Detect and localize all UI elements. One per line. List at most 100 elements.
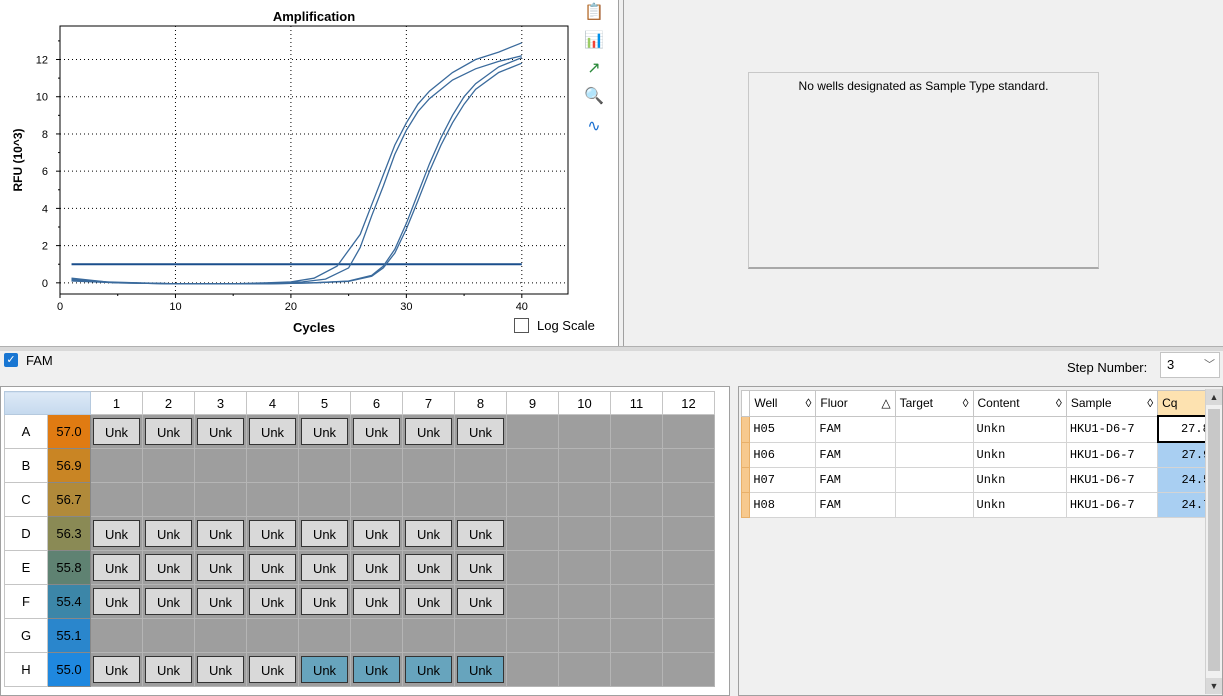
well-H11[interactable] [610, 652, 663, 687]
well-C5[interactable] [298, 482, 351, 517]
cell-fluor[interactable]: FAM [815, 492, 896, 518]
cell-sample[interactable]: HKU1-D6-7 [1065, 415, 1159, 443]
cell-fluor[interactable]: FAM [815, 415, 896, 443]
well-C10[interactable] [558, 482, 611, 517]
sort-icon[interactable]: ◊ [1056, 396, 1062, 410]
well-A5[interactable]: Unk [298, 414, 351, 449]
well-A11[interactable] [610, 414, 663, 449]
row-selector[interactable] [740, 467, 751, 493]
well-H10[interactable] [558, 652, 611, 687]
scroll-down-icon[interactable]: ▼ [1206, 678, 1222, 694]
cell-target[interactable] [894, 441, 974, 468]
well-C9[interactable] [506, 482, 559, 517]
well-E3[interactable]: Unk [194, 550, 247, 585]
well-H4[interactable]: Unk [246, 652, 299, 687]
well-D3[interactable]: Unk [194, 516, 247, 551]
row-header-C[interactable]: C [4, 482, 48, 517]
column-header-sample[interactable]: Sample ◊ [1065, 390, 1159, 417]
row-selector[interactable] [740, 492, 751, 518]
well-G1[interactable] [90, 618, 143, 653]
well-D10[interactable] [558, 516, 611, 551]
well-D8[interactable]: Unk [454, 516, 507, 551]
row-header-D[interactable]: D [4, 516, 48, 551]
well-F8[interactable]: Unk [454, 584, 507, 619]
well-E10[interactable] [558, 550, 611, 585]
well-A3[interactable]: Unk [194, 414, 247, 449]
well-G3[interactable] [194, 618, 247, 653]
well-E1[interactable]: Unk [90, 550, 143, 585]
column-header-1[interactable]: 1 [90, 391, 143, 415]
well-H1[interactable]: Unk [90, 652, 143, 687]
horizontal-splitter[interactable] [0, 346, 1223, 351]
results-scrollbar[interactable]: ▲ ▼ [1205, 389, 1222, 694]
well-A2[interactable]: Unk [142, 414, 195, 449]
cell-well[interactable]: H08 [749, 492, 817, 518]
column-header-10[interactable]: 10 [558, 391, 611, 415]
well-A1[interactable]: Unk [90, 414, 143, 449]
well-G11[interactable] [610, 618, 663, 653]
cell-well[interactable]: H06 [749, 441, 817, 468]
well-C12[interactable] [662, 482, 715, 517]
well-F2[interactable]: Unk [142, 584, 195, 619]
curve-icon[interactable]: ∿ [583, 116, 605, 138]
row-header-G[interactable]: G [4, 618, 48, 653]
well-B3[interactable] [194, 448, 247, 483]
well-B10[interactable] [558, 448, 611, 483]
well-B8[interactable] [454, 448, 507, 483]
well-C11[interactable] [610, 482, 663, 517]
column-header-7[interactable]: 7 [402, 391, 455, 415]
cell-well[interactable]: H07 [749, 467, 817, 493]
well-D4[interactable]: Unk [246, 516, 299, 551]
well-B4[interactable] [246, 448, 299, 483]
column-header-2[interactable]: 2 [142, 391, 195, 415]
well-G4[interactable] [246, 618, 299, 653]
sort-icon[interactable]: ◊ [805, 396, 811, 410]
well-D7[interactable]: Unk [402, 516, 455, 551]
well-C4[interactable] [246, 482, 299, 517]
sort-icon[interactable]: △ [881, 396, 890, 410]
column-header-6[interactable]: 6 [350, 391, 403, 415]
well-E12[interactable] [662, 550, 715, 585]
well-B12[interactable] [662, 448, 715, 483]
column-header-well[interactable]: Well ◊ [749, 390, 817, 417]
cell-well[interactable]: H05 [749, 415, 817, 443]
well-E9[interactable] [506, 550, 559, 585]
table-row[interactable]: H05 FAM Unkn HKU1-D6-7 27.85 [740, 415, 1223, 443]
table-row[interactable]: H08 FAM Unkn HKU1-D6-7 24.77 [740, 492, 1222, 518]
cell-target[interactable] [894, 467, 974, 493]
row-header-H[interactable]: H [4, 652, 48, 687]
row-selector[interactable] [740, 415, 751, 443]
well-D1[interactable]: Unk [90, 516, 143, 551]
cell-fluor[interactable]: FAM [815, 467, 896, 493]
table-row[interactable]: H06 FAM Unkn HKU1-D6-7 27.91 [740, 441, 1222, 468]
well-F1[interactable]: Unk [90, 584, 143, 619]
row-header-F[interactable]: F [4, 584, 48, 619]
well-D11[interactable] [610, 516, 663, 551]
amplification-chart[interactable]: 0 10 20 30 40 0 2 4 6 8 10 12 Amplification Cycles RFU… [0, 0, 618, 346]
well-H2[interactable]: Unk [142, 652, 195, 687]
cell-target[interactable] [894, 492, 974, 518]
well-C7[interactable] [402, 482, 455, 517]
well-F4[interactable]: Unk [246, 584, 299, 619]
sort-icon[interactable]: ◊ [1147, 396, 1153, 410]
well-H12[interactable] [662, 652, 715, 687]
well-B11[interactable] [610, 448, 663, 483]
column-header-fluor[interactable]: Fluor △ [815, 390, 896, 417]
well-D5[interactable]: Unk [298, 516, 351, 551]
well-D9[interactable] [506, 516, 559, 551]
well-D12[interactable] [662, 516, 715, 551]
column-header-12[interactable]: 12 [662, 391, 715, 415]
well-G10[interactable] [558, 618, 611, 653]
well-D6[interactable]: Unk [350, 516, 403, 551]
well-A7[interactable]: Unk [402, 414, 455, 449]
cell-content[interactable]: Unkn [972, 415, 1067, 443]
well-E2[interactable]: Unk [142, 550, 195, 585]
well-A8[interactable]: Unk [454, 414, 507, 449]
well-F3[interactable]: Unk [194, 584, 247, 619]
scroll-thumb[interactable] [1208, 409, 1220, 671]
well-C2[interactable] [142, 482, 195, 517]
row-header-A[interactable]: A [4, 414, 48, 449]
column-header-content[interactable]: Content ◊ [972, 390, 1067, 417]
well-F5[interactable]: Unk [298, 584, 351, 619]
well-B5[interactable] [298, 448, 351, 483]
